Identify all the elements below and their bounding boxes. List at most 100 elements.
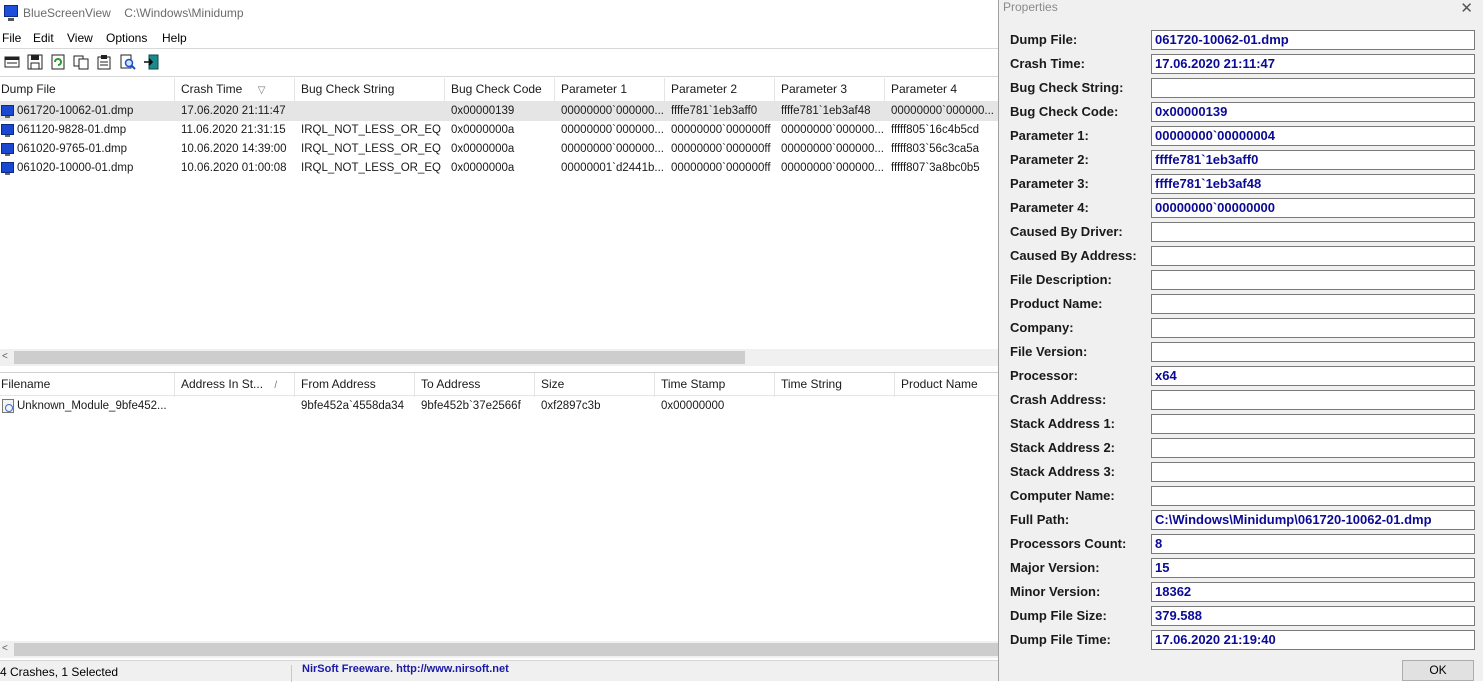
col-product-name[interactable]: Product Name	[900, 373, 998, 397]
col-dump-file[interactable]: Dump File	[0, 78, 175, 102]
status-bar: 4 Crashes, 1 Selected NirSoft Freeware. …	[0, 660, 998, 682]
dump-file-icon	[1, 124, 14, 137]
main-window: BlueScreenView C:\Windows\Minidump File …	[0, 0, 998, 682]
scroll-thumb[interactable]	[14, 643, 998, 656]
col-parameter-2[interactable]: Parameter 2	[670, 78, 775, 102]
scroll-left-icon[interactable]: <	[2, 351, 8, 362]
property-value-field[interactable]	[1151, 486, 1475, 506]
menu-file[interactable]: File	[2, 31, 21, 45]
col-bug-check-code[interactable]: Bug Check Code	[450, 78, 555, 102]
bug-check-string: IRQL_NOT_LESS_OR_EQ...	[301, 162, 441, 174]
parameter-2: ffffe781`1eb3aff0	[671, 105, 758, 117]
col-time-string[interactable]: Time String	[780, 373, 895, 397]
crash-list-hscrollbar[interactable]: <	[0, 349, 998, 366]
crash-row[interactable]: 061020-10000-01.dmp 10.06.2020 01:00:08 …	[0, 159, 998, 178]
property-value-field[interactable]: 15	[1151, 558, 1475, 578]
property-label: Parameter 4:	[1010, 200, 1089, 215]
property-value-field[interactable]: 0x00000139	[1151, 102, 1475, 122]
property-value-field[interactable]	[1151, 414, 1475, 434]
col-to-address[interactable]: To Address	[420, 373, 535, 397]
property-value-field[interactable]: ffffe781`1eb3af48	[1151, 174, 1475, 194]
bug-check-code: 0x00000139	[451, 105, 515, 117]
crash-row[interactable]: 061120-9828-01.dmp 11.06.2020 21:31:15 I…	[0, 121, 998, 140]
copy-icon[interactable]	[73, 54, 89, 70]
module-row[interactable]: Unknown_Module_9bfe452... 9bfe452a`4558d…	[0, 397, 998, 416]
property-value-field[interactable]	[1151, 78, 1475, 98]
crash-row[interactable]: 061720-10062-01.dmp 17.06.2020 21:11:47 …	[0, 102, 998, 121]
bug-check-code: 0x0000000a	[451, 162, 515, 174]
property-label: File Version:	[1010, 344, 1088, 359]
property-value-field[interactable]: 18362	[1151, 582, 1475, 602]
bug-check-code: 0x0000000a	[451, 143, 515, 155]
ok-button[interactable]: OK	[1402, 660, 1474, 681]
property-value-field[interactable]	[1151, 462, 1475, 482]
property-value-field[interactable]	[1151, 246, 1475, 266]
crash-list-header: Dump File Crash Time ▽ Bug Check String …	[0, 78, 998, 102]
save-icon[interactable]	[27, 54, 43, 70]
col-crash-time[interactable]: Crash Time ▽	[180, 78, 295, 102]
col-parameter-1[interactable]: Parameter 1	[560, 78, 665, 102]
property-label: Parameter 3:	[1010, 176, 1089, 191]
module-filename: Unknown_Module_9bfe452...	[17, 400, 167, 412]
dialog-title: Properties	[1003, 0, 1058, 14]
exit-icon[interactable]	[143, 54, 159, 70]
scroll-left-icon[interactable]: <	[2, 643, 8, 654]
property-value-field[interactable]: ffffe781`1eb3aff0	[1151, 150, 1475, 170]
to-address: 9bfe452b`37e2566f	[421, 400, 521, 412]
property-value-field[interactable]: 8	[1151, 534, 1475, 554]
property-label: Stack Address 2:	[1010, 440, 1116, 455]
menu-help[interactable]: Help	[162, 31, 187, 45]
col-parameter-3[interactable]: Parameter 3	[780, 78, 885, 102]
col-address-in-stack[interactable]: Address In St... /	[180, 373, 295, 397]
property-value-field[interactable]	[1151, 390, 1475, 410]
window-title: BlueScreenView C:\Windows\Minidump	[23, 6, 244, 20]
close-icon[interactable]: ✕	[1460, 0, 1473, 17]
bug-check-string: IRQL_NOT_LESS_OR_EQ...	[301, 124, 441, 136]
property-value-field[interactable]: C:\Windows\Minidump\061720-10062-01.dmp	[1151, 510, 1475, 530]
property-value-field[interactable]	[1151, 342, 1475, 362]
col-filename[interactable]: Filename	[0, 373, 175, 397]
col-parameter-4[interactable]: Parameter 4	[890, 78, 998, 102]
status-nirsoft-link[interactable]: NirSoft Freeware. http://www.nirsoft.net	[302, 663, 509, 675]
crash-time: 10.06.2020 01:00:08	[181, 162, 287, 174]
col-size[interactable]: Size	[540, 373, 655, 397]
col-bug-check-string[interactable]: Bug Check String	[300, 78, 445, 102]
property-value-field[interactable]: 17.06.2020 21:11:47	[1151, 54, 1475, 74]
property-value-field[interactable]	[1151, 294, 1475, 314]
from-address: 9bfe452a`4558da34	[301, 400, 404, 412]
property-value-field[interactable]	[1151, 318, 1475, 338]
property-value-field[interactable]: 379.588	[1151, 606, 1475, 626]
property-label: Caused By Address:	[1010, 248, 1137, 263]
property-value-field[interactable]	[1151, 222, 1475, 242]
dump-file-name: 061020-9765-01.dmp	[17, 143, 127, 155]
property-label: Processor:	[1010, 368, 1078, 383]
find-icon[interactable]	[120, 54, 136, 70]
property-value-field[interactable]: x64	[1151, 366, 1475, 386]
property-label: Dump File Size:	[1010, 608, 1107, 623]
property-label: Stack Address 1:	[1010, 416, 1116, 431]
module-list-hscrollbar[interactable]: <	[0, 641, 998, 658]
property-value-field[interactable]	[1151, 270, 1475, 290]
menu-view[interactable]: View	[67, 31, 93, 45]
refresh-icon[interactable]	[50, 54, 66, 70]
col-time-stamp[interactable]: Time Stamp	[660, 373, 775, 397]
time-string	[781, 397, 896, 416]
scroll-thumb[interactable]	[14, 351, 745, 364]
sort-icon: /	[274, 380, 278, 391]
crash-row[interactable]: 061020-9765-01.dmp 10.06.2020 14:39:00 I…	[0, 140, 998, 159]
product-name	[901, 397, 998, 416]
module-size: 0xf2897c3b	[541, 400, 601, 412]
title-bar: BlueScreenView C:\Windows\Minidump	[0, 0, 998, 26]
menu-options[interactable]: Options	[106, 31, 147, 45]
html-report-icon[interactable]	[4, 54, 20, 70]
menu-edit[interactable]: Edit	[33, 31, 54, 45]
property-value-field[interactable]: 17.06.2020 21:19:40	[1151, 630, 1475, 650]
properties-icon[interactable]	[96, 54, 112, 70]
property-value-field[interactable]	[1151, 438, 1475, 458]
property-value-field[interactable]: 00000000`00000000	[1151, 198, 1475, 218]
property-label: Company:	[1010, 320, 1074, 335]
col-from-address[interactable]: From Address	[300, 373, 415, 397]
property-value-field[interactable]: 00000000`00000004	[1151, 126, 1475, 146]
parameter-3: 00000000`000000...	[781, 124, 884, 136]
property-value-field[interactable]: 061720-10062-01.dmp	[1151, 30, 1475, 50]
